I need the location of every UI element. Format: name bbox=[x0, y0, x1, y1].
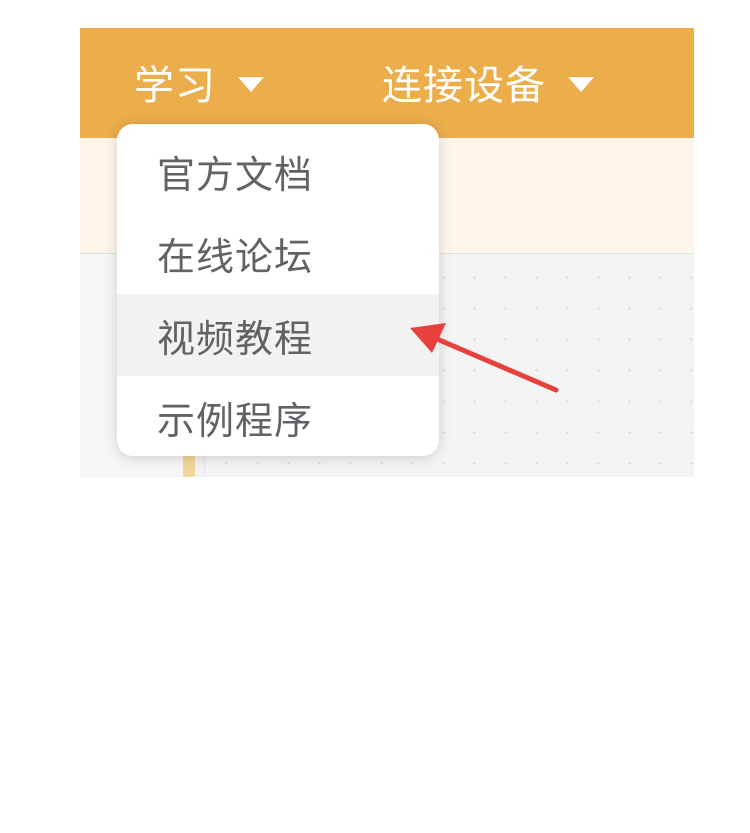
menu-item-label: 示例程序 bbox=[157, 398, 314, 443]
menu-item-label: 在线论坛 bbox=[157, 234, 314, 279]
menu-item-example-programs[interactable]: 示例程序 bbox=[117, 376, 439, 456]
caret-down-icon bbox=[568, 76, 594, 92]
menu-item-label: 视频教程 bbox=[157, 316, 314, 361]
caret-down-icon bbox=[238, 76, 264, 92]
menu-item-label: 官方文档 bbox=[157, 152, 314, 197]
nav-connect-device-label: 连接设备 bbox=[382, 63, 546, 109]
app-window-crop: 学习 连接设备 官方文档 在线论坛 视频教程 示例程序 bbox=[80, 28, 694, 477]
learn-dropdown-menu: 官方文档 在线论坛 视频教程 示例程序 bbox=[117, 124, 439, 456]
menu-item-video-tutorials[interactable]: 视频教程 bbox=[117, 294, 439, 376]
menu-item-official-docs[interactable]: 官方文档 bbox=[117, 130, 439, 212]
nav-learn-label: 学习 bbox=[134, 63, 216, 109]
top-navigation-bar: 学习 连接设备 bbox=[80, 28, 694, 138]
menu-item-online-forum[interactable]: 在线论坛 bbox=[117, 212, 439, 294]
nav-learn-menu[interactable]: 学习 bbox=[134, 50, 264, 114]
nav-connect-device-menu[interactable]: 连接设备 bbox=[382, 50, 594, 114]
palette-category-marker bbox=[183, 454, 195, 477]
screenshot-stage: 学习 连接设备 官方文档 在线论坛 视频教程 示例程序 bbox=[0, 0, 750, 833]
